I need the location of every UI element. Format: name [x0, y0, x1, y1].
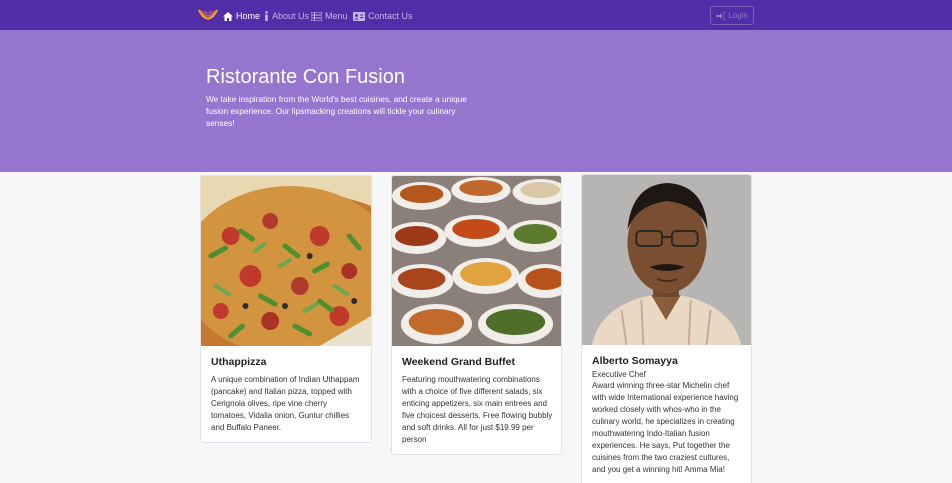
login-label: Login: [728, 11, 748, 20]
nav-about[interactable]: About Us: [264, 9, 309, 23]
info-icon: [265, 11, 268, 21]
list-icon: [311, 11, 322, 21]
chef-photo: [582, 175, 751, 345]
card-title: Weekend Grand Buffet: [402, 356, 515, 368]
restaurant-logo[interactable]: [197, 7, 219, 23]
card-text: A unique combination of Indian Uthappam …: [211, 375, 360, 432]
card-subtitle: Executive Chef: [592, 370, 646, 379]
card-text: Featuring mouthwatering combinations wit…: [402, 375, 553, 444]
card-text: Award winning three-star Michelin chef w…: [592, 381, 739, 474]
buffet-photo: [392, 176, 561, 346]
dish-card: Uthappizza A unique combination of India…: [200, 175, 372, 443]
page-title: Ristorante Con Fusion: [206, 66, 405, 88]
home-icon: [223, 11, 233, 21]
address-card-icon: [353, 11, 365, 21]
nav-menu-label: Menu: [325, 11, 348, 21]
sign-in-icon: [716, 11, 726, 20]
nav-home[interactable]: Home: [223, 9, 260, 23]
pizza-photo: [201, 176, 371, 346]
card-title: Alberto Somayya: [592, 355, 678, 367]
navbar: Home About Us Menu Contact Us Login: [0, 0, 952, 30]
nav-contact[interactable]: Contact Us: [353, 9, 413, 23]
nav-home-label: Home: [236, 11, 261, 21]
login-button[interactable]: Login: [710, 6, 754, 25]
promotion-card: Weekend Grand Buffet Featuring mouthwate…: [391, 175, 562, 455]
nav-contact-label: Contact Us: [368, 11, 413, 21]
jumbotron: Ristorante Con Fusion We take inspiratio…: [0, 30, 952, 172]
card-title: Uthappizza: [211, 356, 267, 368]
nav-about-label: About Us: [272, 11, 310, 21]
jumbotron-text: We take inspiration from the World's bes…: [206, 94, 467, 128]
nav-menu[interactable]: Menu: [311, 9, 348, 23]
leader-card: Alberto Somayya Executive Chef Award win…: [581, 174, 752, 483]
